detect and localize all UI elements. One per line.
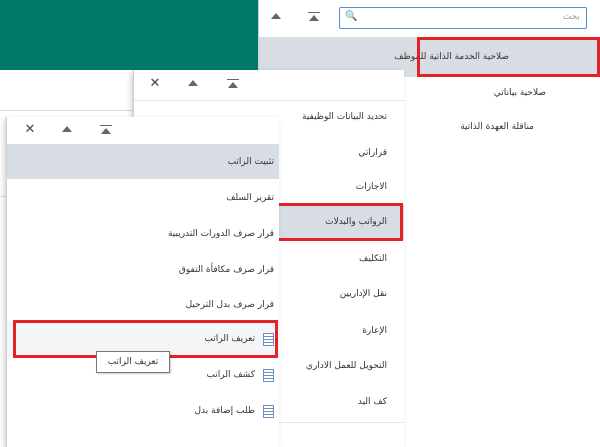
menu-item-label: قراراتي (358, 148, 387, 158)
collapse-up-icon[interactable] (269, 9, 283, 23)
move-to-top-icon[interactable] (226, 76, 240, 90)
menu-item-label: الاجازات (355, 182, 387, 192)
menu-item-excellence-bonus[interactable]: قرار صرف مكافأة التفوق (7, 261, 279, 279)
panel-header: ✕ (7, 117, 279, 144)
menu-item-training-payment[interactable]: قرار صرف الدورات التدريبية (7, 225, 279, 243)
menu-item-label: الإعارة (362, 326, 387, 336)
menu-item-label: تحديد البيانات الوظيفية (302, 112, 387, 122)
menu-item-label: قرار صرف الدورات التدريبية (167, 229, 274, 239)
menu-item-label: نقل الإداريين (339, 289, 387, 299)
menu-item-label: قرار صرف بدل الترحيل (185, 300, 274, 310)
menu-item-label: مناقلة العهدة الذاتية (460, 122, 534, 132)
menu-item-label: التحويل للعمل الاداري (305, 361, 387, 371)
close-icon[interactable]: ✕ (148, 76, 162, 91)
menu-item-label: تعريف الراتب (204, 334, 255, 344)
search-box[interactable]: 🔍 (339, 7, 587, 29)
panel-header: 🔍 (259, 0, 600, 36)
menu-item-label: صلاحية الخدمة الذاتية للموظف (394, 52, 509, 62)
document-icon (263, 404, 274, 418)
move-to-top-icon[interactable] (99, 122, 113, 136)
menu-item-label: قرار صرف مكافأة التفوق (178, 265, 274, 275)
tooltip: تعريف الراتب (96, 351, 170, 373)
move-to-top-icon[interactable] (307, 9, 321, 23)
document-icon (263, 368, 274, 382)
menu-item-advance-report[interactable]: تقرير السلف (7, 189, 279, 207)
menu-item-relocation-allowance[interactable]: قرار صرف بدل الترحيل (7, 296, 279, 314)
menu-item-label: كشف الراتب (206, 370, 255, 380)
panel-header: ✕ (134, 70, 404, 100)
search-icon[interactable]: 🔍 (345, 11, 357, 22)
menu-panel-level3: ✕ تثبيت الراتب تقرير السلف قرار صرف الدو… (6, 117, 279, 447)
menu-item-add-allowance-request[interactable]: طلب إضافة بدل (7, 402, 279, 420)
menu-item-label: تقرير السلف (226, 193, 274, 203)
menu-item-label: صلاحية بياناتي (493, 88, 546, 98)
menu-item-salary-fixing[interactable]: تثبيت الراتب (7, 144, 279, 179)
collapse-up-icon[interactable] (186, 76, 200, 90)
collapse-up-icon[interactable] (60, 122, 74, 136)
close-icon[interactable]: ✕ (23, 122, 37, 137)
search-input[interactable] (380, 11, 580, 23)
document-icon (263, 332, 274, 346)
panel-divider (134, 100, 404, 101)
app-header-band (0, 0, 258, 70)
menu-item-label: تثبيت الراتب (227, 156, 274, 167)
menu-item-label: طلب إضافة بدل (194, 406, 255, 416)
menu-item-label: التكليف (359, 254, 387, 264)
background-divider (0, 110, 135, 111)
menu-item-label: الرواتب والبدلات (325, 217, 387, 227)
menu-item-label: كف اليد (357, 397, 387, 407)
